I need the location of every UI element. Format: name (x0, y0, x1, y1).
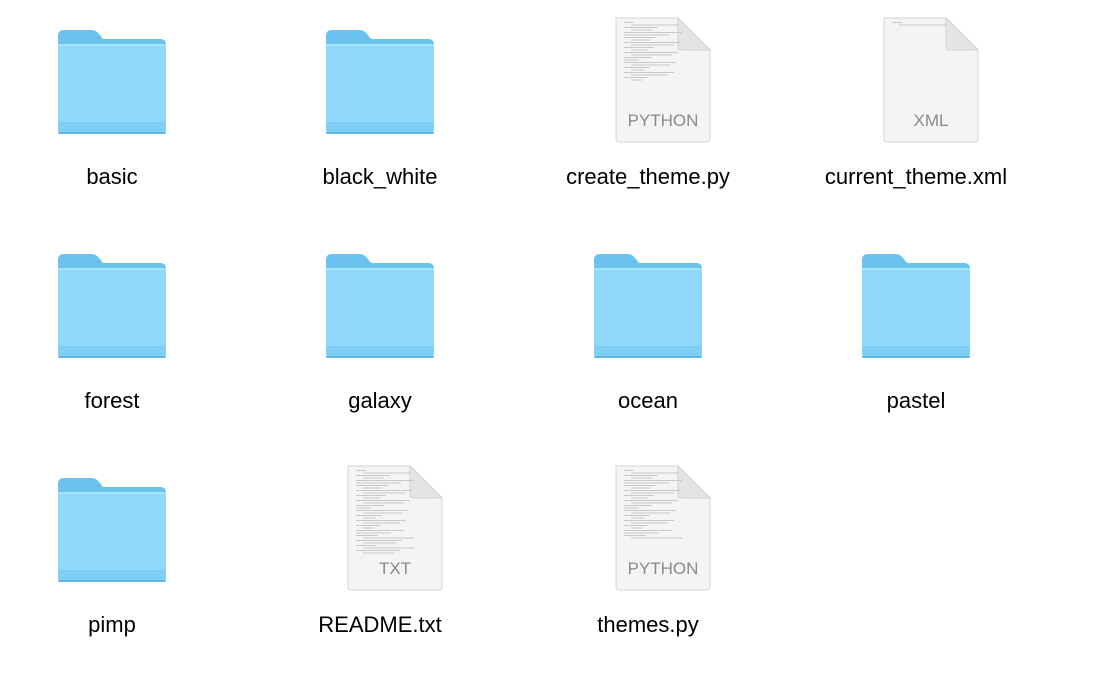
svg-text:XML: XML (914, 111, 949, 130)
folder-icon[interactable] (46, 238, 178, 378)
file-item[interactable]: XML current_theme.xml (782, 14, 1050, 238)
folder-icon[interactable] (46, 14, 178, 154)
item-label[interactable]: pastel (782, 387, 1050, 415)
item-label[interactable]: current_theme.xml (782, 163, 1050, 191)
folder-icon[interactable] (46, 462, 178, 602)
folder-icon[interactable] (314, 238, 446, 378)
python-file-icon[interactable]: PYTHON (582, 462, 714, 602)
file-item[interactable]: TXT README.txt (246, 462, 514, 686)
python-file-icon[interactable]: PYTHON (582, 14, 714, 154)
folder-icon[interactable] (314, 14, 446, 154)
folder-item[interactable]: forest (0, 238, 246, 462)
file-item[interactable]: PYTHON create_theme.py (514, 14, 782, 238)
folder-icon[interactable] (582, 238, 714, 378)
folder-item[interactable]: basic (0, 14, 246, 238)
folder-item[interactable]: pastel (782, 238, 1050, 462)
text-file-icon[interactable]: TXT (314, 462, 446, 602)
file-item[interactable]: PYTHON themes.py (514, 462, 782, 686)
item-label[interactable]: basic (0, 163, 246, 191)
svg-text:PYTHON: PYTHON (628, 559, 699, 578)
folder-item[interactable]: ocean (514, 238, 782, 462)
item-label[interactable]: black_white (246, 163, 514, 191)
item-label[interactable]: themes.py (514, 611, 782, 639)
finder-icon-grid: basic black_white PYTHON create_theme.py… (0, 0, 1104, 654)
item-label[interactable]: forest (0, 387, 246, 415)
xml-file-icon[interactable]: XML (850, 14, 982, 154)
item-label[interactable]: ocean (514, 387, 782, 415)
item-label[interactable]: galaxy (246, 387, 514, 415)
folder-item[interactable]: pimp (0, 462, 246, 686)
svg-text:PYTHON: PYTHON (628, 111, 699, 130)
folder-item[interactable]: galaxy (246, 238, 514, 462)
folder-item[interactable]: black_white (246, 14, 514, 238)
item-label[interactable]: create_theme.py (514, 163, 782, 191)
svg-text:TXT: TXT (379, 559, 411, 578)
item-label[interactable]: README.txt (246, 611, 514, 639)
folder-icon[interactable] (850, 238, 982, 378)
item-label[interactable]: pimp (0, 611, 246, 639)
